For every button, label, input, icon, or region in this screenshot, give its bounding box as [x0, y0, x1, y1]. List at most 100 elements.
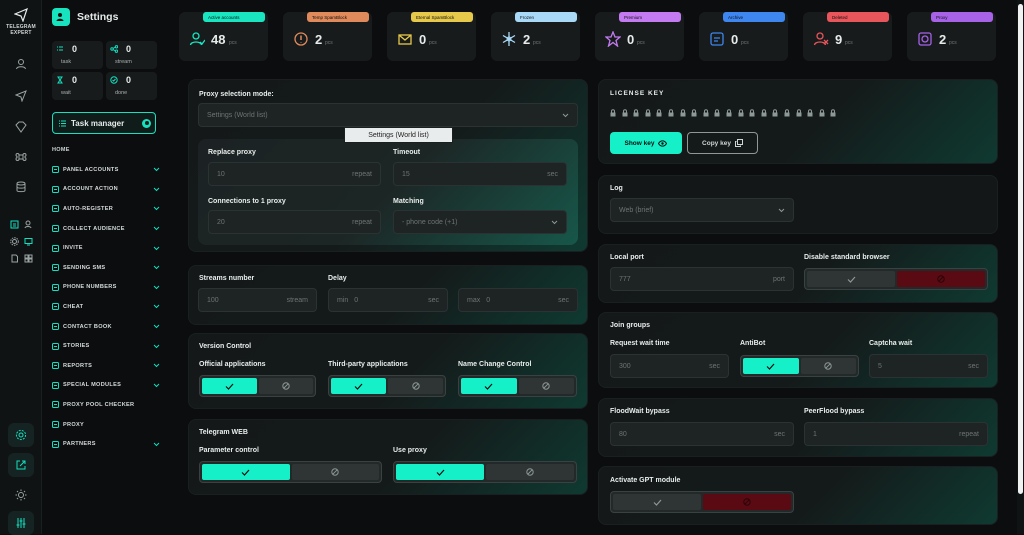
sidebar-item-proxy-pool-checker[interactable]: PROXY POOL CHECKER: [52, 395, 160, 415]
log-select[interactable]: Web (brief): [610, 198, 794, 222]
license-key-masked: [610, 109, 836, 117]
toggle-off[interactable]: [518, 378, 574, 394]
toggle-off[interactable]: [703, 494, 791, 510]
toggle-off[interactable]: [258, 378, 313, 394]
toggle-off[interactable]: [800, 358, 856, 374]
database-icon[interactable]: [8, 175, 34, 199]
sidebar-item-proxy[interactable]: PROXY: [52, 415, 160, 435]
sidebar-item-sending-sms[interactable]: SENDING SMS: [52, 258, 160, 278]
peerflood-input[interactable]: 1 repeat: [804, 422, 988, 446]
sidebar-item-contact-book[interactable]: CONTACT BOOK: [52, 317, 160, 337]
matching-select[interactable]: - phone code (+1): [393, 210, 567, 234]
toggle-on[interactable]: [396, 464, 484, 480]
stat-card-temp-spamblock[interactable]: Temp SpamBlock 2 pcs: [283, 12, 372, 61]
diamond-icon[interactable]: [8, 115, 34, 139]
stat-card-archive[interactable]: Archive 0 pcs: [699, 12, 788, 61]
sidebar-item-invite[interactable]: INVITE: [52, 238, 160, 258]
third-party-toggle[interactable]: [328, 375, 446, 397]
streams-input[interactable]: 100 stream: [198, 288, 317, 312]
sidebar-item-panel-accounts[interactable]: PANEL ACCOUNTS: [52, 160, 160, 180]
settings-small-icon[interactable]: [9, 236, 19, 246]
name-change-toggle[interactable]: [458, 375, 577, 397]
monitor-icon[interactable]: [23, 236, 33, 246]
person-search-icon[interactable]: [23, 219, 33, 229]
sidebar-item-reports[interactable]: REPORTS: [52, 356, 160, 376]
sliders-icon[interactable]: [8, 511, 34, 535]
stat-card-badge: Temp SpamBlock: [307, 12, 369, 22]
sidebar-item-cheat[interactable]: CHEAT: [52, 297, 160, 317]
sidebar-item-auto-register[interactable]: AUTO-REGISTER: [52, 199, 160, 219]
sidebar-item-phone-numbers[interactable]: PHONE NUMBERS: [52, 278, 160, 298]
toggle-off[interactable]: [486, 464, 574, 480]
captcha-wait-label: Captcha wait: [869, 340, 913, 347]
log-value: Web (brief): [619, 206, 654, 214]
toggle-on[interactable]: [202, 464, 290, 480]
toggle-on[interactable]: [807, 271, 895, 287]
chevron-down-icon: [153, 207, 160, 211]
check-icon: [354, 383, 363, 390]
delay-min-unit: sec: [428, 296, 439, 304]
gear-icon[interactable]: [8, 423, 34, 447]
disable-browser-toggle[interactable]: [804, 268, 988, 290]
toggle-on[interactable]: [613, 494, 701, 510]
streams-panel: Streams number 100 stream Delay min 0 sec m…: [188, 265, 588, 325]
delay-max-input[interactable]: max 0 sec: [458, 288, 578, 312]
command-icon[interactable]: [8, 145, 34, 169]
toggle-on[interactable]: [202, 378, 257, 394]
scrollbar[interactable]: [1017, 0, 1024, 534]
request-wait-unit: sec: [709, 362, 720, 370]
proxy-mode-value: Settings (World list): [207, 111, 268, 119]
toggle-on[interactable]: [743, 358, 799, 374]
nav-home[interactable]: HOME: [52, 147, 160, 160]
captcha-wait-input[interactable]: 5 sec: [869, 354, 988, 378]
param-control-toggle[interactable]: [199, 461, 382, 483]
stat-card-premium[interactable]: Premium 0 pcs: [595, 12, 684, 61]
stat-card-deleted[interactable]: Deleted 9 pcs: [803, 12, 892, 61]
official-apps-toggle[interactable]: [199, 375, 316, 397]
toggle-on[interactable]: [331, 378, 386, 394]
antibot-toggle[interactable]: [740, 355, 859, 377]
connections-input[interactable]: 20 repeat: [208, 210, 381, 234]
ban-icon: [411, 382, 420, 390]
toggle-off[interactable]: [388, 378, 443, 394]
user-icon[interactable]: [8, 52, 34, 76]
license-title: LICENSE KEY: [610, 90, 665, 97]
sidebar-item-collect-audience[interactable]: COLLECT AUDIENCE: [52, 219, 160, 239]
delay-min-input[interactable]: min 0 sec: [328, 288, 448, 312]
stat-card-frozen[interactable]: Frozen 2 pcs: [491, 12, 580, 61]
sidebar-item-stories[interactable]: STORIES: [52, 336, 160, 356]
matching-value: - phone code (+1): [402, 218, 458, 226]
sidebar-item-account-action[interactable]: ACCOUNT ACTION: [52, 180, 160, 200]
join-groups-title: Join groups: [610, 322, 651, 329]
brightness-icon[interactable]: [8, 483, 34, 507]
copy-key-button[interactable]: Copy key: [687, 132, 758, 154]
user-x-icon: [811, 29, 831, 49]
proxy-mode-select[interactable]: Settings (World list): [198, 103, 578, 127]
chevron-down-icon: [153, 226, 160, 231]
document-icon[interactable]: [9, 253, 19, 263]
stat-card-eternal-spamblock[interactable]: Eternal SpamBlock 0 pcs: [387, 12, 476, 61]
timeout-input[interactable]: 15 sec: [393, 162, 567, 186]
show-key-button[interactable]: Show key: [610, 132, 682, 154]
delay-min-prefix: min: [337, 296, 349, 304]
send-icon[interactable]: [8, 84, 34, 108]
stat-card-badge: Frozen: [515, 12, 577, 22]
local-port-input[interactable]: 777 port: [610, 267, 794, 291]
gpt-toggle[interactable]: [610, 491, 794, 513]
grid-icon[interactable]: [23, 253, 33, 263]
scrollbar-thumb[interactable]: [1018, 4, 1023, 494]
sidebar-item-special-modules[interactable]: SPECIAL MODULES: [52, 376, 160, 396]
toggle-on[interactable]: [461, 378, 517, 394]
grid-a-icon[interactable]: [9, 219, 19, 229]
sidebar-item-partners[interactable]: PARTNERS: [52, 434, 160, 454]
replace-proxy-input[interactable]: 10 repeat: [208, 162, 381, 186]
task-manager-button[interactable]: Task manager: [52, 112, 156, 134]
stat-card-proxy[interactable]: Proxy 2 pcs: [907, 12, 996, 61]
stat-card-active-accounts[interactable]: Active accounts 48 pcs: [179, 12, 268, 61]
toggle-off[interactable]: [897, 271, 985, 287]
external-link-icon[interactable]: [8, 453, 34, 477]
floodwait-input[interactable]: 80 sec: [610, 422, 794, 446]
use-proxy-toggle[interactable]: [393, 461, 577, 483]
toggle-off[interactable]: [291, 464, 379, 480]
request-wait-input[interactable]: 300 sec: [610, 354, 729, 378]
